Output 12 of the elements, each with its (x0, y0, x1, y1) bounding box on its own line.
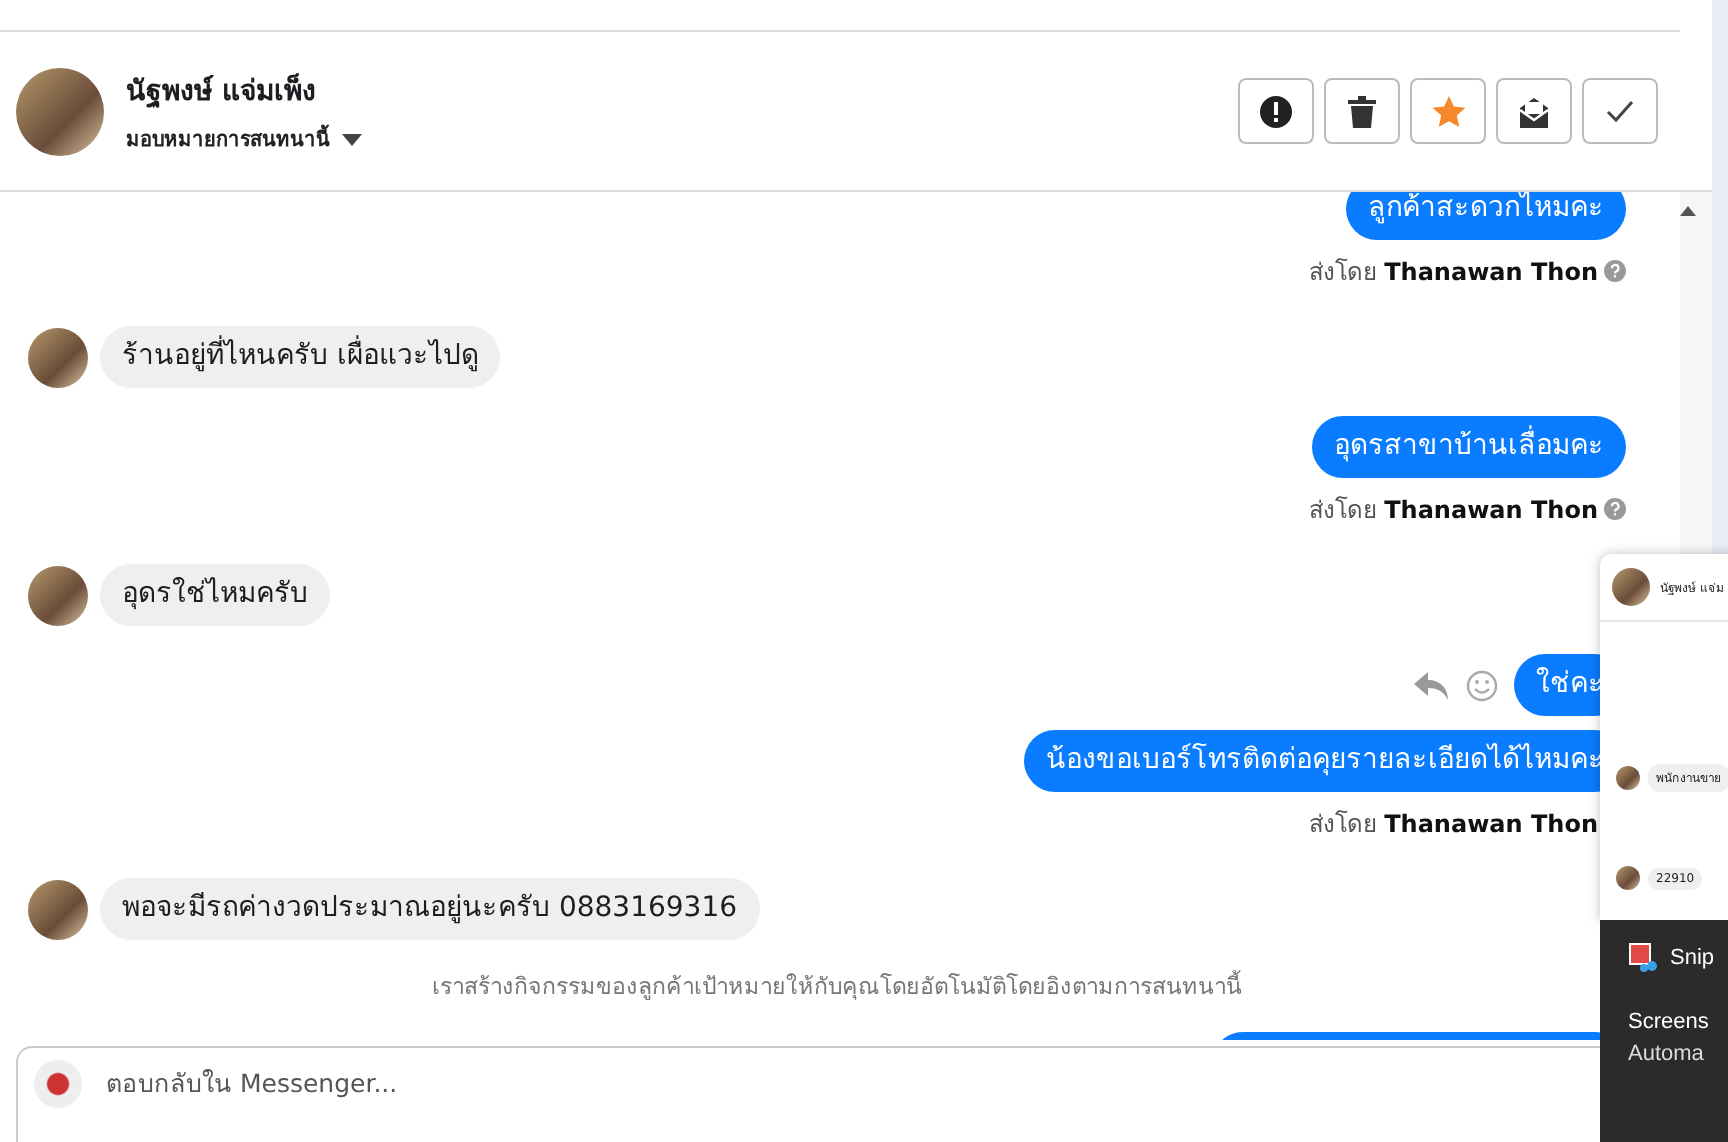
sent-by-label: ส่งโดย Thanawan Thon (1308, 808, 1598, 842)
sent-by-label: ส่งโดย Thanawan Thon (1308, 256, 1598, 290)
incoming-message: อุดรใช่ไหมครับ (100, 564, 330, 626)
incoming-message: พอจะมีรถค่างวดประมาณอยู่นะครับ 0883169316 (100, 878, 760, 940)
app-name: Snip (1670, 946, 1715, 970)
contact-name: นัฐพงษ์ แจ่มเพ็ง (126, 71, 318, 112)
notification-title: Screens (1628, 1010, 1711, 1034)
system-notice: เราสร้างกิจกรรมของลูกค้าเป้าหมายให้กับคุณโดยอัตโนมัติโดยอิงตามการสนทนานี้ (432, 968, 1242, 1004)
incoming-message: ร้านอยู่ที่ไหนครับ เผื่อแวะไปดู (100, 326, 501, 388)
outgoing-message: อุดรสาขาบ้านเลื่อมคะ (1312, 416, 1626, 478)
notification-text: Automa (1628, 1042, 1706, 1066)
sent-by-label: ส่งโดย Thanawan Thon (1308, 494, 1598, 528)
